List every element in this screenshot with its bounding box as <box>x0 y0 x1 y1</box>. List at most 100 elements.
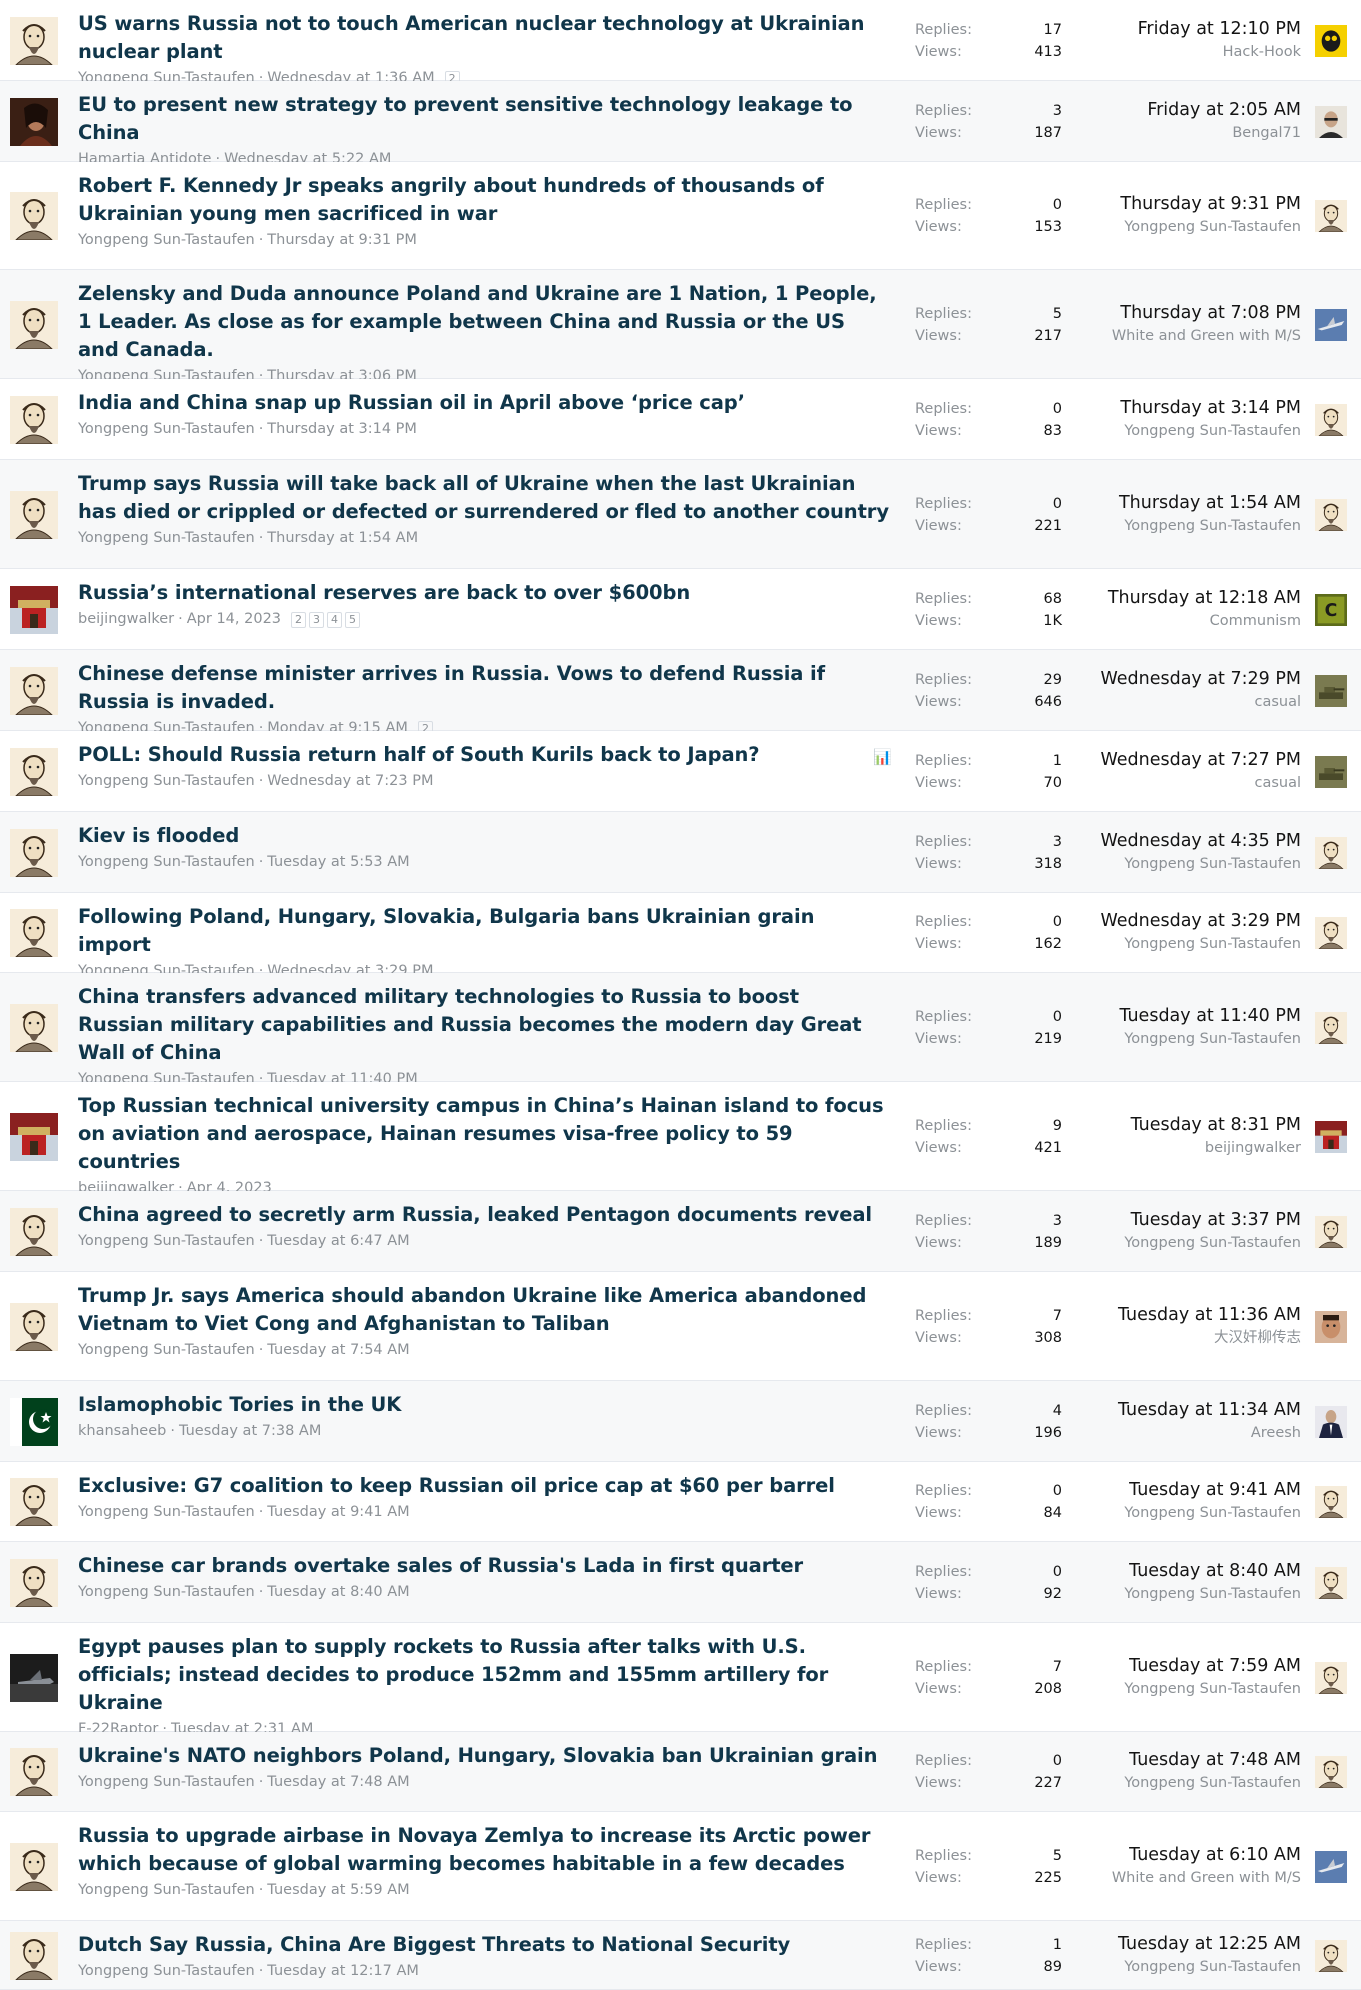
last-post-date[interactable]: Tuesday at 7:48 AM <box>1041 1748 1301 1772</box>
last-post-date[interactable]: Tuesday at 7:59 AM <box>1041 1654 1301 1678</box>
last-post-user[interactable]: Yongpeng Sun-Tastaufen <box>1041 853 1301 875</box>
thread-author[interactable]: Yongpeng Sun-Tastaufen <box>78 421 255 437</box>
last-poster-avatar[interactable]: C <box>1315 593 1347 626</box>
last-post-date[interactable]: Thursday at 1:54 AM <box>1041 491 1301 515</box>
thread-author[interactable]: Yongpeng Sun-Tastaufen <box>78 1504 255 1520</box>
author-avatar[interactable] <box>10 1842 58 1891</box>
thread-title-link[interactable]: Islamophobic Tories in the UK <box>78 1391 890 1419</box>
author-avatar[interactable] <box>10 300 58 349</box>
author-avatar[interactable] <box>10 909 58 957</box>
thread-title-link[interactable]: Egypt pauses plan to supply rockets to R… <box>78 1633 890 1717</box>
last-post-date[interactable]: Tuesday at 8:31 PM <box>1041 1113 1301 1137</box>
last-post-user[interactable]: casual <box>1041 691 1301 713</box>
last-poster-avatar[interactable] <box>1315 836 1347 869</box>
thread-title-link[interactable]: China agreed to secretly arm Russia, lea… <box>78 1201 890 1229</box>
last-poster-avatar[interactable] <box>1315 1939 1347 1972</box>
last-post-user[interactable]: Hack-Hook <box>1041 41 1301 63</box>
last-post-date[interactable]: Tuesday at 9:41 AM <box>1041 1478 1301 1502</box>
author-avatar[interactable] <box>10 395 58 444</box>
last-poster-avatar[interactable] <box>1315 1310 1347 1343</box>
last-post-date[interactable]: Thursday at 12:18 AM <box>1041 586 1301 610</box>
author-avatar[interactable] <box>10 1207 58 1256</box>
thread-author[interactable]: Yongpeng Sun-Tastaufen <box>78 1882 255 1898</box>
thread-author[interactable]: Yongpeng Sun-Tastaufen <box>78 773 255 789</box>
last-poster-avatar[interactable] <box>1315 1486 1347 1518</box>
author-avatar[interactable] <box>10 585 58 634</box>
last-post-date[interactable]: Friday at 12:10 PM <box>1041 17 1301 41</box>
last-post-date[interactable]: Wednesday at 7:29 PM <box>1041 667 1301 691</box>
last-post-user[interactable]: Yongpeng Sun-Tastaufen <box>1041 216 1301 238</box>
thread-start-date[interactable]: Tuesday at 5:59 AM <box>267 1882 409 1898</box>
last-post-user[interactable]: Yongpeng Sun-Tastaufen <box>1041 420 1301 442</box>
thread-start-date[interactable]: Tuesday at 12:17 AM <box>267 1963 419 1979</box>
last-post-user[interactable]: beijingwalker <box>1041 1137 1301 1159</box>
thread-author[interactable]: Yongpeng Sun-Tastaufen <box>78 232 255 248</box>
thread-title-link[interactable]: Top Russian technical university campus … <box>78 1092 890 1176</box>
thread-start-date[interactable]: Thursday at 9:31 PM <box>267 232 417 248</box>
last-poster-avatar[interactable] <box>1315 24 1347 57</box>
author-avatar[interactable] <box>10 1478 58 1526</box>
thread-title-link[interactable]: India and China snap up Russian oil in A… <box>78 389 890 417</box>
last-poster-avatar[interactable] <box>1315 917 1347 949</box>
thread-author[interactable]: Yongpeng Sun-Tastaufen <box>78 1342 255 1358</box>
thread-title-link[interactable]: POLL: Should Russia return half of South… <box>78 741 890 769</box>
last-post-user[interactable]: Yongpeng Sun-Tastaufen <box>1041 515 1301 537</box>
thread-title-link[interactable]: US warns Russia not to touch American nu… <box>78 10 890 66</box>
thread-author[interactable]: Yongpeng Sun-Tastaufen <box>78 1774 255 1790</box>
last-post-user[interactable]: 大汉奸柳传志 <box>1041 1327 1301 1349</box>
thread-title-link[interactable]: Chinese defense minister arrives in Russ… <box>78 660 890 716</box>
thread-title-link[interactable]: Chinese car brands overtake sales of Rus… <box>78 1552 890 1580</box>
last-post-user[interactable]: Communism <box>1041 610 1301 632</box>
thread-start-date[interactable]: Tuesday at 7:48 AM <box>267 1774 409 1790</box>
thread-author[interactable]: Yongpeng Sun-Tastaufen <box>78 530 255 546</box>
thread-title-link[interactable]: Ukraine's NATO neighbors Poland, Hungary… <box>78 1742 890 1770</box>
last-post-date[interactable]: Tuesday at 6:10 AM <box>1041 1843 1301 1867</box>
last-post-date[interactable]: Wednesday at 3:29 PM <box>1041 909 1301 933</box>
page-link[interactable]: 3 <box>309 612 325 628</box>
author-avatar[interactable] <box>10 490 58 539</box>
last-post-user[interactable]: Yongpeng Sun-Tastaufen <box>1041 1956 1301 1978</box>
last-post-date[interactable]: Wednesday at 4:35 PM <box>1041 829 1301 853</box>
last-post-date[interactable]: Tuesday at 8:40 AM <box>1041 1559 1301 1583</box>
thread-title-link[interactable]: Trump says Russia will take back all of … <box>78 470 890 526</box>
last-poster-avatar[interactable] <box>1315 1566 1347 1599</box>
last-post-user[interactable]: Yongpeng Sun-Tastaufen <box>1041 1232 1301 1254</box>
thread-start-date[interactable]: Thursday at 1:54 AM <box>267 530 418 546</box>
last-poster-avatar[interactable] <box>1315 1215 1347 1248</box>
thread-title-link[interactable]: Trump Jr. says America should abandon Uk… <box>78 1282 890 1338</box>
last-post-date[interactable]: Tuesday at 3:37 PM <box>1041 1208 1301 1232</box>
last-post-date[interactable]: Tuesday at 11:36 AM <box>1041 1303 1301 1327</box>
author-avatar[interactable] <box>10 828 58 877</box>
last-poster-avatar[interactable] <box>1315 105 1347 138</box>
thread-start-date[interactable]: Tuesday at 8:40 AM <box>267 1584 409 1600</box>
thread-title-link[interactable]: Russia’s international reserves are back… <box>78 579 890 607</box>
thread-author[interactable]: Yongpeng Sun-Tastaufen <box>78 1963 255 1979</box>
last-poster-avatar[interactable] <box>1315 755 1347 788</box>
page-link[interactable]: 2 <box>291 612 307 628</box>
thread-author[interactable]: khansaheeb <box>78 1423 166 1439</box>
last-post-user[interactable]: Yongpeng Sun-Tastaufen <box>1041 1772 1301 1794</box>
last-poster-avatar[interactable] <box>1315 403 1347 436</box>
thread-start-date[interactable]: Tuesday at 7:38 AM <box>179 1423 321 1439</box>
author-avatar[interactable] <box>10 1558 58 1607</box>
thread-title-link[interactable]: Following Poland, Hungary, Slovakia, Bul… <box>78 903 890 959</box>
last-poster-avatar[interactable] <box>1315 1850 1347 1883</box>
last-post-date[interactable]: Tuesday at 11:34 AM <box>1041 1398 1301 1422</box>
thread-start-date[interactable]: Tuesday at 9:41 AM <box>267 1504 409 1520</box>
last-post-date[interactable]: Tuesday at 11:40 PM <box>1041 1004 1301 1028</box>
last-post-date[interactable]: Tuesday at 12:25 AM <box>1041 1932 1301 1956</box>
thread-author[interactable]: Yongpeng Sun-Tastaufen <box>78 1584 255 1600</box>
last-post-user[interactable]: casual <box>1041 772 1301 794</box>
last-post-user[interactable]: Yongpeng Sun-Tastaufen <box>1041 1502 1301 1524</box>
last-post-date[interactable]: Thursday at 3:14 PM <box>1041 396 1301 420</box>
thread-title-link[interactable]: EU to present new strategy to prevent se… <box>78 91 890 147</box>
last-poster-avatar[interactable] <box>1315 308 1347 341</box>
last-poster-avatar[interactable] <box>1315 1661 1347 1694</box>
last-poster-avatar[interactable] <box>1315 674 1347 707</box>
author-avatar[interactable] <box>10 1302 58 1351</box>
thread-start-date[interactable]: Thursday at 3:14 PM <box>267 421 417 437</box>
thread-author[interactable]: beijingwalker <box>78 611 174 627</box>
thread-title-link[interactable]: Robert F. Kennedy Jr speaks angrily abou… <box>78 172 890 228</box>
thread-title-link[interactable]: Exclusive: G7 coalition to keep Russian … <box>78 1472 890 1500</box>
last-post-user[interactable]: Bengal71 <box>1041 122 1301 144</box>
